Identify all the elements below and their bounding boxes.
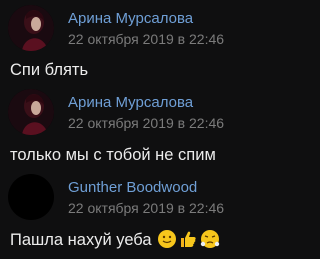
message-text: только мы с тобой не спим [10,146,216,164]
avatar-photo-icon [8,89,54,135]
message-text: Спи блять [10,61,89,79]
message-item: Gunther Boodwood 22 октября 2019 в 22:46… [0,170,320,259]
avatar[interactable] [8,5,54,51]
thumbs-up-icon [178,229,198,254]
author-name[interactable]: Gunther Boodwood [68,179,197,196]
avatar-photo-icon [8,5,54,51]
message-date: 22 октября 2019 в 22:46 [68,31,225,47]
author-name[interactable]: Арина Мурсалова [68,94,193,111]
avatar[interactable] [8,89,54,135]
avatar[interactable] [8,174,54,220]
message-text: Пашла нахуй уеба [10,231,152,249]
message-date: 22 октября 2019 в 22:46 [68,115,225,131]
message-item: Арина Мурсалова 22 октября 2019 в 22:46 … [0,84,320,170]
message-date: 22 октября 2019 в 22:46 [68,200,225,216]
message-item: Арина Мурсалова 22 октября 2019 в 22:46 … [0,0,320,84]
face-with-steam-icon [199,229,221,254]
slightly-smiling-face-icon [157,229,177,254]
message-text-row: Пашла нахуй уеба [10,229,221,254]
author-name[interactable]: Арина Мурсалова [68,10,193,27]
